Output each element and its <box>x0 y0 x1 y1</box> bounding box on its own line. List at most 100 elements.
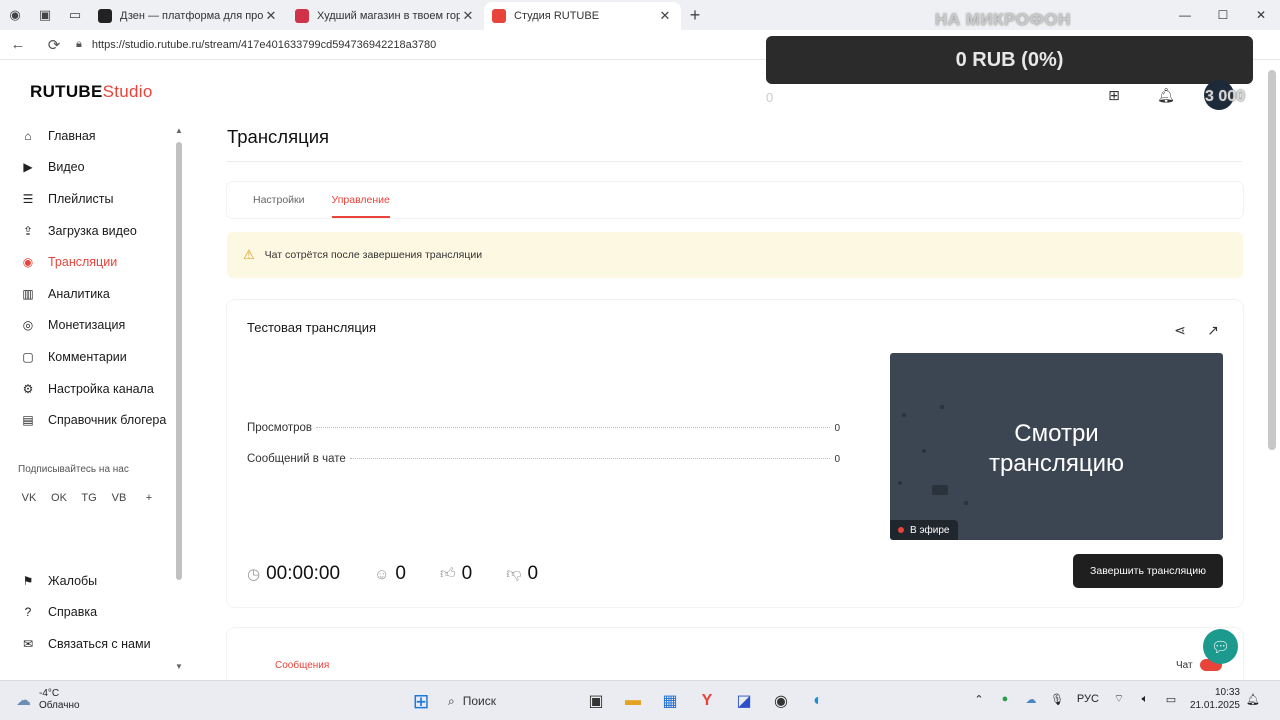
viber-icon[interactable]: VB <box>108 487 130 509</box>
wifi-icon[interactable]: ⌔ <box>1106 692 1132 706</box>
sidebar-item-label: Справочник блогера <box>48 413 167 428</box>
end-stream-button[interactable]: Завершить трансляцию <box>1073 554 1223 588</box>
back-icon[interactable]: ← <box>0 30 36 60</box>
volume-icon[interactable]: 🔈︎ <box>1132 693 1158 706</box>
sidebar-item[interactable]: ? Справка <box>0 597 186 629</box>
cloud-icon: ☁ <box>16 692 31 709</box>
tray-app-icon[interactable]: ● <box>992 693 1018 705</box>
page-title: Трансляция <box>227 126 330 147</box>
rutube-studio-logo[interactable]: RUTUBEStudio <box>30 82 153 102</box>
sidebar-item[interactable]: ▶ Видео <box>0 152 186 184</box>
rutube-favicon-icon <box>492 9 506 23</box>
notifications-bell-icon[interactable]: 🔔︎ <box>1152 81 1180 109</box>
tab-settings[interactable]: Настройки <box>253 182 305 218</box>
donation-amount: 0 RUB (0%) <box>955 48 1064 71</box>
upload-icon: ⇪ <box>22 223 34 238</box>
chat-bubbles-icon: 💬︎ <box>1210 638 1231 656</box>
more-socials-icon[interactable]: + <box>138 487 160 509</box>
clock-date: 21.01.2025 <box>1189 700 1240 711</box>
obs-icon[interactable]: ◉ <box>765 685 797 717</box>
store-icon[interactable]: ▦ <box>654 685 686 717</box>
new-tab-icon[interactable]: + <box>681 5 709 26</box>
money-icon: ◎ <box>22 318 34 333</box>
support-chat-button[interactable]: 💬︎ <box>1203 629 1238 664</box>
file-explorer-icon[interactable]: ▬ <box>617 685 649 717</box>
dislikes-metric: 👎︎ 0 <box>506 563 538 585</box>
stream-card-actions: ⋖ ↗ <box>1157 320 1223 340</box>
sidebar-item[interactable]: ☰ Плейлисты <box>0 183 186 215</box>
sidebar-scrollbar[interactable] <box>176 142 182 580</box>
share-icon[interactable]: ⋖ <box>1170 320 1190 340</box>
open-external-icon[interactable]: ↗ <box>1203 320 1223 340</box>
close-tab-icon[interactable]: ✕ <box>263 8 279 24</box>
close-tab-icon[interactable]: ✕ <box>460 8 476 24</box>
sidebar-item[interactable]: ⚑ Жалобы <box>0 565 186 597</box>
sidebar-item[interactable]: ⚙ Настройка канала <box>0 373 186 405</box>
preview-text: Смотри трансляцию <box>890 419 1223 479</box>
user-icon: ☺ <box>374 565 390 583</box>
close-window-icon[interactable]: ✕ <box>1242 0 1280 30</box>
browser-tab-active[interactable]: Студия RUTUBE ✕ <box>484 2 681 30</box>
mail-icon: ✉ <box>22 636 34 651</box>
notifications-icon[interactable]: 🔔︎ <box>1240 693 1266 706</box>
browser-tab[interactable]: Худший магазин в твоем городе ✕ <box>287 2 484 30</box>
preview-decor <box>898 481 902 485</box>
sidebar-item[interactable]: ▢ Комментарии <box>0 341 186 373</box>
workspaces-icon[interactable]: ▣ <box>30 0 60 30</box>
tray-expand-icon[interactable]: ⌃ <box>966 693 992 706</box>
task-view-icon[interactable]: ▣ <box>580 685 612 717</box>
sidebar-item[interactable]: ▥ Аналитика <box>0 278 186 310</box>
edge-browser-icon[interactable]: ◐ <box>802 685 834 717</box>
sidebar-item[interactable]: ◎ Монетизация <box>0 310 186 342</box>
system-tray: ⌃ ● ☁ 🎙︎ РУС ⌔ 🔈︎ ▭ 10:33 21.01.2025 🔔︎ <box>966 686 1266 712</box>
close-tab-icon[interactable]: ✕ <box>657 8 673 24</box>
clock[interactable]: 10:33 21.01.2025 <box>1190 686 1240 712</box>
ok-icon[interactable]: OK <box>48 487 70 509</box>
tab-actions-icon[interactable]: ▭ <box>60 0 90 30</box>
sidebar-item-label: Главная <box>48 128 96 143</box>
live-dot-icon <box>898 527 904 533</box>
messages-card <box>227 628 1243 688</box>
taskbar-search[interactable]: ⌕ Поиск <box>442 686 570 716</box>
page-scrollbar[interactable] <box>1268 70 1276 450</box>
sidebar-item[interactable]: ◉ Трансляции <box>0 246 186 278</box>
vk-icon[interactable]: VK <box>18 487 40 509</box>
sidebar-scroll-up-icon[interactable]: ▲ <box>175 126 183 135</box>
weather-widget[interactable]: ☁ -4°C Облачно <box>16 688 80 712</box>
url-field[interactable]: 🔒︎ https://studio.rutube.ru/stream/417e4… <box>76 33 736 57</box>
sidebar-item[interactable]: ⌂ Главная <box>0 120 186 152</box>
weather-condition: Облачно <box>39 700 80 711</box>
reload-icon[interactable]: ⟳ <box>36 30 72 60</box>
url-text: https://studio.rutube.ru/stream/417e4016… <box>91 38 437 51</box>
editor-app-icon[interactable]: ◪ <box>728 685 760 717</box>
dotted-leader <box>349 458 831 459</box>
sidebar-item[interactable]: ✉ Связаться с нами <box>0 628 186 660</box>
stream-preview[interactable]: Смотри трансляцию В эфире <box>890 353 1223 540</box>
browser-tab[interactable]: Дзен — платформа для просмотра ✕ <box>90 2 287 30</box>
windows-start-icon[interactable]: ⊞ <box>405 685 437 717</box>
tab-title: Дзен — платформа для просмотра <box>120 10 263 22</box>
sidebar-item-label: Трансляции <box>48 255 118 270</box>
stat-chat-messages: Сообщений в чате 0 <box>247 453 840 465</box>
profile-icon[interactable]: ◉ <box>0 0 30 30</box>
sidebar-item-label: Загрузка видео <box>48 223 137 238</box>
battery-icon[interactable]: ▭ <box>1158 693 1184 706</box>
minimize-icon[interactable]: — <box>1166 0 1204 30</box>
sidebar-item[interactable]: ▤ Справочник блогера <box>0 404 186 436</box>
maximize-icon[interactable]: ☐ <box>1204 0 1242 30</box>
tab-title: Худший магазин в твоем городе <box>317 10 460 22</box>
add-content-icon[interactable]: ⊞ <box>1100 81 1128 109</box>
tray-cloud-icon[interactable]: ☁ <box>1018 693 1044 706</box>
comments-icon: ▢ <box>22 349 34 364</box>
sidebar-item[interactable]: ⇪ Загрузка видео <box>0 215 186 247</box>
tab-management[interactable]: Управление <box>331 182 391 218</box>
telegram-icon[interactable]: TG <box>78 487 100 509</box>
browser-tab-bar: ◉ ▣ ▭ Дзен — платформа для просмотра ✕ Х… <box>0 0 1280 30</box>
search-icon: ⌕ <box>448 693 455 708</box>
language-indicator[interactable]: РУС <box>1070 693 1106 705</box>
yandex-browser-icon[interactable]: Y <box>691 685 723 717</box>
temperature: -4°C <box>39 688 60 699</box>
stream-card: Тестовая трансляция ⋖ ↗ Просмотров 0 Соо… <box>227 300 1243 607</box>
microphone-icon[interactable]: 🎙︎ <box>1044 693 1070 706</box>
sidebar-scroll-down-icon[interactable]: ▼ <box>175 662 183 671</box>
